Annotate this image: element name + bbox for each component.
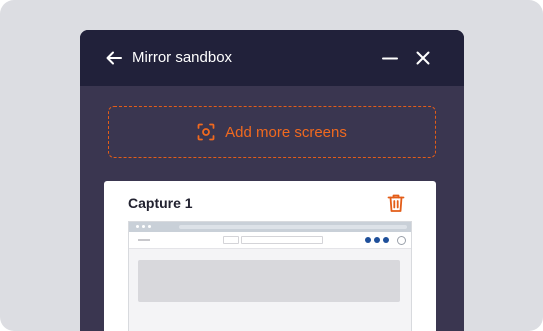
preview-window-dot: [142, 225, 145, 228]
trash-icon[interactable]: [387, 193, 405, 213]
capture-title: Capture 1: [128, 195, 193, 211]
preview-nav-circle: [383, 237, 389, 243]
preview-avatar: [397, 236, 406, 245]
window-title: Mirror sandbox: [132, 49, 233, 66]
capture-card[interactable]: Capture 1: [104, 181, 436, 331]
add-more-screens-content: Add more screens: [197, 123, 347, 141]
app-canvas: Mirror sandbox Add more screens Capture …: [0, 0, 543, 331]
preview-logo: [138, 239, 150, 241]
preview-nav-bar: [129, 232, 411, 249]
window-titlebar: Mirror sandbox: [80, 30, 464, 86]
preview-url-bar: [179, 225, 407, 229]
minus-icon[interactable]: [381, 49, 399, 67]
preview-hero-block: [138, 260, 400, 302]
arrow-left-icon[interactable]: [105, 49, 123, 67]
preview-select: [223, 236, 239, 244]
screen-capture-icon: [197, 123, 215, 141]
mirror-sandbox-window: Mirror sandbox Add more screens Capture …: [80, 30, 464, 331]
preview-nav-circle: [365, 237, 371, 243]
add-more-screens-label: Add more screens: [225, 123, 347, 141]
preview-window-dot: [148, 225, 151, 228]
x-icon[interactable]: [414, 49, 432, 67]
preview-nav-circle: [374, 237, 380, 243]
preview-window-dot: [136, 225, 139, 228]
capture-preview-thumbnail: [128, 221, 412, 331]
preview-search-box: [241, 236, 323, 244]
add-more-screens-button[interactable]: Add more screens: [108, 106, 436, 158]
preview-browser-bar: [129, 222, 411, 232]
